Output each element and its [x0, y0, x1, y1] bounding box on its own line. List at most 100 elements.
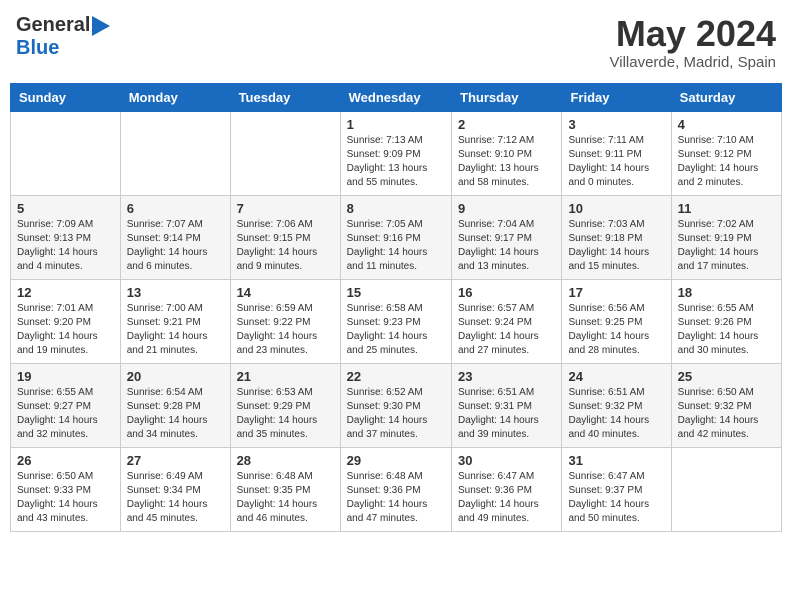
- day-info: Sunrise: 6:52 AMSunset: 9:30 PMDaylight:…: [347, 386, 445, 442]
- calendar-cell: 5 Sunrise: 7:09 AMSunset: 9:13 PMDaylight…: [11, 195, 121, 279]
- day-number: 17: [568, 285, 664, 300]
- day-number: 21: [237, 369, 334, 384]
- day-number: 30: [458, 453, 555, 468]
- day-number: 19: [17, 369, 114, 384]
- calendar-week-1: 1 Sunrise: 7:13 AMSunset: 9:09 PMDaylight…: [11, 111, 782, 195]
- calendar-cell: 4Sunrise: 7:10 AMSunset: 9:12 PMDaylight…: [671, 111, 781, 195]
- calendar-cell: 23Sunrise: 6:51 AMSunset: 9:31 PMDayligh…: [452, 363, 562, 447]
- calendar-week-3: 12Sunrise: 7:01 AMSunset: 9:20 PMDayligh…: [11, 279, 782, 363]
- day-info: Sunrise: 7:13 AMSunset: 9:09 PMDaylight:…: [347, 134, 445, 190]
- day-number: 6: [127, 201, 224, 216]
- calendar-cell: 12Sunrise: 7:01 AMSunset: 9:20 PMDayligh…: [11, 279, 121, 363]
- col-header-sunday: Sunday: [11, 83, 121, 111]
- day-number: 24: [568, 369, 664, 384]
- day-number: 14: [237, 285, 334, 300]
- logo-arrow-icon: [90, 16, 110, 36]
- day-info: Sunrise: 6:50 AMSunset: 9:33 PMDaylight:…: [17, 470, 114, 526]
- calendar-cell: 9Sunrise: 7:04 AMSunset: 9:17 PMDaylight…: [452, 195, 562, 279]
- calendar-cell: 8 Sunrise: 7:05 AMSunset: 9:16 PMDaylight…: [340, 195, 451, 279]
- day-info: Sunrise: 7:10 AMSunset: 9:12 PMDaylight:…: [678, 134, 775, 190]
- day-info: Sunrise: 7:01 AMSunset: 9:20 PMDaylight:…: [17, 302, 114, 358]
- day-number: 7: [237, 201, 334, 216]
- col-header-monday: Monday: [120, 83, 230, 111]
- day-info: Sunrise: 6:58 AMSunset: 9:23 PMDaylight:…: [347, 302, 445, 358]
- day-info: Sunrise: 6:53 AMSunset: 9:29 PMDaylight:…: [237, 386, 334, 442]
- calendar-header-row: SundayMondayTuesdayWednesdayThursdayFrid…: [11, 83, 782, 111]
- calendar-cell: 15 Sunrise: 6:58 AMSunset: 9:23 PMDayligh…: [340, 279, 451, 363]
- day-info: Sunrise: 6:54 AMSunset: 9:28 PMDaylight:…: [127, 386, 224, 442]
- calendar-cell: [230, 111, 340, 195]
- calendar-table: SundayMondayTuesdayWednesdayThursdayFrid…: [10, 83, 782, 532]
- calendar-cell: 16 Sunrise: 6:57 AMSunset: 9:24 PMDayligh…: [452, 279, 562, 363]
- day-number: 13: [127, 285, 224, 300]
- calendar-cell: 18Sunrise: 6:55 AMSunset: 9:26 PMDayligh…: [671, 279, 781, 363]
- day-number: 3: [568, 117, 664, 132]
- calendar-cell: 24 Sunrise: 6:51 AMSunset: 9:32 PMDayligh…: [562, 363, 671, 447]
- calendar-cell: [11, 111, 121, 195]
- calendar-cell: 25 Sunrise: 6:50 AMSunset: 9:32 PMDayligh…: [671, 363, 781, 447]
- calendar-cell: 30 Sunrise: 6:47 AMSunset: 9:36 PMDayligh…: [452, 447, 562, 531]
- calendar-cell: 17 Sunrise: 6:56 AMSunset: 9:25 PMDayligh…: [562, 279, 671, 363]
- day-number: 11: [678, 201, 775, 216]
- day-info: Sunrise: 6:47 AMSunset: 9:37 PMDaylight:…: [568, 470, 664, 526]
- day-number: 15: [347, 285, 445, 300]
- day-info: Sunrise: 6:59 AMSunset: 9:22 PMDaylight:…: [237, 302, 334, 358]
- calendar-cell: 27Sunrise: 6:49 AMSunset: 9:34 PMDayligh…: [120, 447, 230, 531]
- day-info: Sunrise: 6:57 AMSunset: 9:24 PMDaylight:…: [458, 302, 555, 358]
- day-info: Sunrise: 6:48 AMSunset: 9:36 PMDaylight:…: [347, 470, 445, 526]
- location: Villaverde, Madrid, Spain: [610, 54, 776, 71]
- calendar-cell: 26 Sunrise: 6:50 AMSunset: 9:33 PMDayligh…: [11, 447, 121, 531]
- day-info: Sunrise: 6:51 AMSunset: 9:32 PMDaylight:…: [568, 386, 664, 442]
- day-info: Sunrise: 7:07 AMSunset: 9:14 PMDaylight:…: [127, 218, 224, 274]
- calendar-cell: [671, 447, 781, 531]
- calendar-cell: 6 Sunrise: 7:07 AMSunset: 9:14 PMDaylight…: [120, 195, 230, 279]
- day-number: 23: [458, 369, 555, 384]
- calendar-cell: 22 Sunrise: 6:52 AMSunset: 9:30 PMDayligh…: [340, 363, 451, 447]
- day-number: 25: [678, 369, 775, 384]
- day-number: 5: [17, 201, 114, 216]
- day-number: 20: [127, 369, 224, 384]
- logo: General Blue: [16, 14, 110, 60]
- calendar-cell: [120, 111, 230, 195]
- day-info: Sunrise: 6:50 AMSunset: 9:32 PMDaylight:…: [678, 386, 775, 442]
- day-info: Sunrise: 7:09 AMSunset: 9:13 PMDaylight:…: [17, 218, 114, 274]
- logo-general: General: [16, 14, 90, 37]
- day-number: 22: [347, 369, 445, 384]
- col-header-wednesday: Wednesday: [340, 83, 451, 111]
- calendar-cell: 19 Sunrise: 6:55 AMSunset: 9:27 PMDayligh…: [11, 363, 121, 447]
- calendar-week-5: 26 Sunrise: 6:50 AMSunset: 9:33 PMDayligh…: [11, 447, 782, 531]
- logo-blue: Blue: [16, 37, 59, 59]
- calendar-cell: 1 Sunrise: 7:13 AMSunset: 9:09 PMDaylight…: [340, 111, 451, 195]
- col-header-thursday: Thursday: [452, 83, 562, 111]
- day-number: 18: [678, 285, 775, 300]
- day-info: Sunrise: 7:03 AMSunset: 9:18 PMDaylight:…: [568, 218, 664, 274]
- month-title: May 2024: [610, 14, 776, 54]
- calendar-cell: 21 Sunrise: 6:53 AMSunset: 9:29 PMDayligh…: [230, 363, 340, 447]
- day-info: Sunrise: 7:00 AMSunset: 9:21 PMDaylight:…: [127, 302, 224, 358]
- day-info: Sunrise: 6:55 AMSunset: 9:27 PMDaylight:…: [17, 386, 114, 442]
- day-number: 1: [347, 117, 445, 132]
- col-header-friday: Friday: [562, 83, 671, 111]
- calendar-cell: 3Sunrise: 7:11 AMSunset: 9:11 PMDaylight…: [562, 111, 671, 195]
- day-number: 2: [458, 117, 555, 132]
- day-info: Sunrise: 7:04 AMSunset: 9:17 PMDaylight:…: [458, 218, 555, 274]
- day-number: 16: [458, 285, 555, 300]
- day-number: 26: [17, 453, 114, 468]
- day-number: 27: [127, 453, 224, 468]
- day-info: Sunrise: 7:02 AMSunset: 9:19 PMDaylight:…: [678, 218, 775, 274]
- day-number: 10: [568, 201, 664, 216]
- calendar-cell: 20 Sunrise: 6:54 AMSunset: 9:28 PMDayligh…: [120, 363, 230, 447]
- day-number: 31: [568, 453, 664, 468]
- day-info: Sunrise: 6:47 AMSunset: 9:36 PMDaylight:…: [458, 470, 555, 526]
- calendar-cell: 11 Sunrise: 7:02 AMSunset: 9:19 PMDayligh…: [671, 195, 781, 279]
- col-header-tuesday: Tuesday: [230, 83, 340, 111]
- calendar-cell: 10 Sunrise: 7:03 AMSunset: 9:18 PMDayligh…: [562, 195, 671, 279]
- calendar-cell: 14 Sunrise: 6:59 AMSunset: 9:22 PMDayligh…: [230, 279, 340, 363]
- calendar-cell: 2Sunrise: 7:12 AMSunset: 9:10 PMDaylight…: [452, 111, 562, 195]
- day-info: Sunrise: 7:05 AMSunset: 9:16 PMDaylight:…: [347, 218, 445, 274]
- calendar-cell: 28Sunrise: 6:48 AMSunset: 9:35 PMDayligh…: [230, 447, 340, 531]
- day-info: Sunrise: 7:06 AMSunset: 9:15 PMDaylight:…: [237, 218, 334, 274]
- day-info: Sunrise: 6:56 AMSunset: 9:25 PMDaylight:…: [568, 302, 664, 358]
- day-number: 8: [347, 201, 445, 216]
- calendar-cell: 13 Sunrise: 7:00 AMSunset: 9:21 PMDayligh…: [120, 279, 230, 363]
